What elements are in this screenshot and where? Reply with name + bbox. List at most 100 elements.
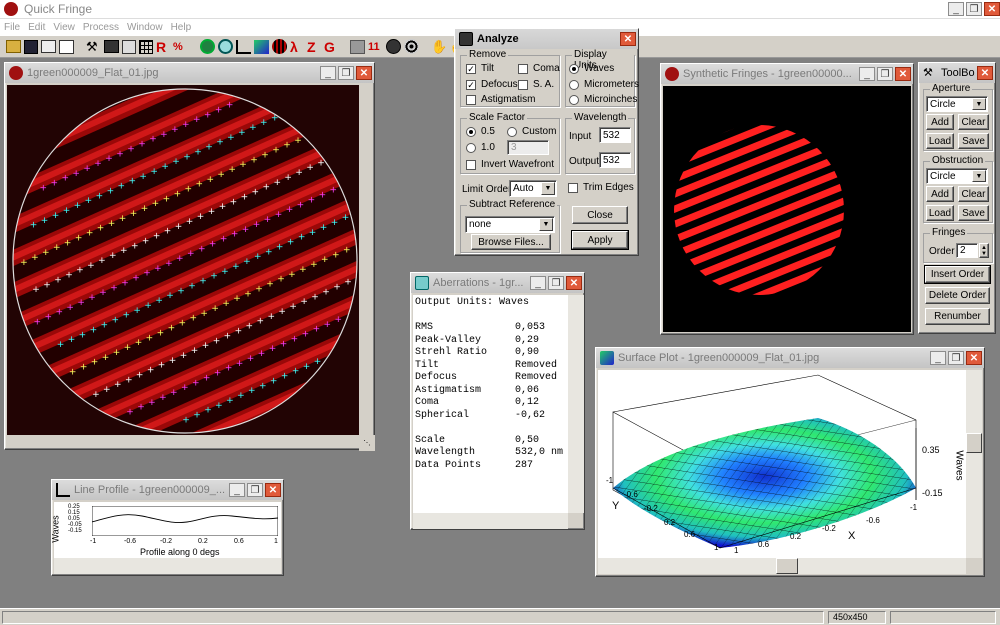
rings-icon[interactable] bbox=[404, 39, 419, 54]
maximize-icon[interactable]: ❐ bbox=[247, 483, 263, 497]
close-icon[interactable]: ✕ bbox=[566, 276, 582, 290]
grid-icon[interactable] bbox=[139, 39, 153, 54]
order-spinner[interactable]: ▲ ▼ bbox=[979, 243, 989, 258]
toolbox-titlebar[interactable]: ⚒ ToolBox ✕ bbox=[919, 63, 995, 83]
tilt-checkbox[interactable]: ✓ Tilt bbox=[466, 63, 494, 74]
synthetic-titlebar[interactable]: Synthetic Fringes - 1green00000... _ ❐ ✕ bbox=[661, 64, 913, 84]
calculator-icon[interactable] bbox=[122, 39, 136, 54]
close-icon[interactable]: ✕ bbox=[620, 32, 636, 46]
astigmatism-checkbox[interactable]: Astigmatism bbox=[466, 94, 535, 105]
aperture-icon[interactable] bbox=[200, 39, 215, 54]
menu-process[interactable]: Process bbox=[83, 22, 119, 33]
scale-custom-radio[interactable]: Custom bbox=[507, 126, 556, 137]
tools-icon[interactable]: ⚒ bbox=[86, 39, 101, 54]
save-icon[interactable] bbox=[24, 39, 38, 54]
preview-icon[interactable] bbox=[59, 39, 74, 54]
line-profile-titlebar[interactable]: Line Profile - 1green000009_... _ ❐ ✕ bbox=[52, 480, 283, 500]
profile-icon[interactable] bbox=[236, 39, 251, 54]
surface-hscroll-thumb[interactable] bbox=[776, 558, 798, 574]
minimize-icon[interactable]: _ bbox=[229, 483, 245, 497]
invert-wavefront-checkbox[interactable]: Invert Wavefront bbox=[466, 159, 554, 170]
minimize-icon[interactable]: _ bbox=[530, 276, 546, 290]
aperture-load-button[interactable]: Load bbox=[926, 133, 954, 149]
interferogram-titlebar[interactable]: 1green000009_Flat_01.jpg _ ❐ ✕ bbox=[5, 63, 374, 83]
z-icon[interactable]: Z bbox=[307, 39, 321, 55]
insert-order-button[interactable]: Insert Order bbox=[924, 265, 991, 284]
aperture-select[interactable]: Circle ▼ bbox=[926, 96, 988, 112]
scale-10-radio[interactable]: 1.0 bbox=[466, 142, 495, 153]
close-icon[interactable]: ✕ bbox=[984, 2, 1000, 16]
order-input[interactable]: 2 bbox=[956, 243, 978, 258]
lens-icon[interactable] bbox=[386, 39, 401, 54]
defocus-checkbox[interactable]: ✓ Defocus bbox=[466, 79, 518, 90]
close-icon[interactable]: ✕ bbox=[895, 67, 911, 81]
obstruction-select[interactable]: Circle ▼ bbox=[926, 168, 988, 184]
scale-05-radio[interactable]: 0.5 bbox=[466, 126, 495, 137]
line-profile-hscrollbar[interactable] bbox=[54, 558, 281, 574]
apply-button[interactable]: Apply bbox=[571, 230, 629, 250]
maximize-icon[interactable]: ❐ bbox=[877, 67, 893, 81]
maximize-icon[interactable]: ❐ bbox=[548, 276, 564, 290]
interferogram-canvas[interactable]: + + + + + + + + + + + + + + + + + + + + + + + + + + + + + + + + + + + + + + + +… bbox=[7, 85, 359, 435]
lambda-icon[interactable]: λ bbox=[290, 39, 304, 55]
menu-edit[interactable]: Edit bbox=[28, 22, 45, 33]
renumber-button[interactable]: Renumber bbox=[925, 308, 990, 325]
close-icon[interactable]: ✕ bbox=[966, 351, 982, 365]
maximize-icon[interactable]: ❐ bbox=[966, 2, 982, 16]
percent-icon[interactable]: % bbox=[173, 41, 188, 53]
trim-edges-checkbox[interactable]: Trim Edges bbox=[568, 182, 634, 193]
microinches-radio[interactable]: Microinches bbox=[569, 94, 637, 105]
sa-checkbox[interactable]: S. A. bbox=[518, 79, 554, 90]
close-button[interactable]: Close bbox=[572, 206, 628, 224]
waves-radio[interactable]: Waves bbox=[569, 63, 614, 74]
g-icon[interactable]: G bbox=[324, 39, 338, 55]
analyze-titlebar[interactable]: Analyze ✕ bbox=[455, 29, 638, 49]
menu-help[interactable]: Help bbox=[171, 22, 192, 33]
surface-plot-titlebar[interactable]: Surface Plot - 1green000009_Flat_01.jpg … bbox=[596, 348, 984, 368]
close-icon[interactable]: ✕ bbox=[977, 66, 993, 80]
menu-window[interactable]: Window bbox=[127, 22, 163, 33]
browse-files-button[interactable]: Browse Files... bbox=[471, 234, 551, 250]
fringe-icon[interactable] bbox=[272, 39, 287, 54]
open-icon[interactable] bbox=[6, 40, 21, 53]
synthetic-canvas[interactable] bbox=[663, 86, 911, 332]
aperture-clear-button[interactable]: Clear bbox=[958, 114, 989, 130]
surface-plot-canvas[interactable]: 0.35 -0.15 Waves Y X -1 -0.6 -0.2 0.2 0.… bbox=[598, 370, 966, 558]
obstruction-load-button[interactable]: Load bbox=[926, 205, 954, 221]
minimize-icon[interactable]: _ bbox=[930, 351, 946, 365]
obstruction-clear-button[interactable]: Clear bbox=[958, 186, 989, 202]
coma-checkbox[interactable]: Coma bbox=[518, 63, 560, 74]
delete-order-button[interactable]: Delete Order bbox=[925, 287, 990, 304]
aperture-save-button[interactable]: Save bbox=[958, 133, 989, 149]
minimize-icon[interactable]: _ bbox=[320, 66, 336, 80]
custom-scale-input[interactable]: 3 bbox=[507, 140, 549, 155]
maximize-icon[interactable]: ❐ bbox=[948, 351, 964, 365]
subtract-reference-select[interactable]: none ▼ bbox=[465, 216, 555, 233]
wavelength-input-field[interactable]: 532 bbox=[599, 127, 631, 143]
print-icon[interactable] bbox=[41, 40, 56, 53]
minimize-icon[interactable]: _ bbox=[859, 67, 875, 81]
wavelength-output-field[interactable]: 532 bbox=[599, 152, 631, 168]
menu-view[interactable]: View bbox=[53, 22, 75, 33]
surface-vscroll-thumb[interactable] bbox=[966, 433, 982, 453]
aberrations-titlebar[interactable]: Aberrations - 1gr... _ ❐ ✕ bbox=[411, 273, 584, 293]
zoom-icon[interactable] bbox=[218, 39, 233, 54]
surface-vscrollbar[interactable] bbox=[966, 370, 982, 558]
minimize-icon[interactable]: _ bbox=[948, 2, 964, 16]
aberrations-hscrollbar[interactable] bbox=[413, 513, 568, 529]
surface-icon[interactable] bbox=[254, 39, 269, 54]
obstruction-save-button[interactable]: Save bbox=[958, 205, 989, 221]
maximize-icon[interactable]: ❐ bbox=[338, 66, 354, 80]
stamp-icon[interactable] bbox=[350, 39, 365, 54]
number-icon[interactable]: 11 bbox=[368, 41, 383, 53]
r-icon[interactable]: R bbox=[156, 39, 170, 55]
analyze-icon[interactable] bbox=[104, 40, 119, 53]
micrometers-radio[interactable]: Micrometers bbox=[569, 79, 639, 90]
close-icon[interactable]: ✕ bbox=[356, 66, 372, 80]
limit-order-select[interactable]: Auto ▼ bbox=[509, 180, 557, 197]
aperture-add-button[interactable]: Add bbox=[926, 114, 954, 130]
hand-icon[interactable]: ✋ bbox=[431, 39, 447, 54]
menu-file[interactable]: File bbox=[4, 22, 20, 33]
close-icon[interactable]: ✕ bbox=[265, 483, 281, 497]
aberrations-vscrollbar[interactable] bbox=[568, 295, 584, 513]
